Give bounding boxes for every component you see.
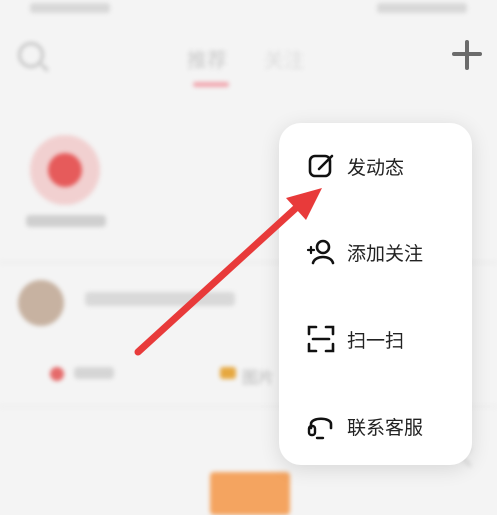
plus-vertical <box>465 40 469 70</box>
image-label: 图片 <box>242 368 275 387</box>
tab-recommend[interactable]: 推荐 <box>187 44 227 73</box>
location-bubble-icon <box>30 135 100 205</box>
search-icon[interactable] <box>18 42 44 68</box>
menu-item-label: 添加关注 <box>347 242 424 265</box>
edit-icon <box>305 150 337 182</box>
image-icon <box>220 367 236 379</box>
menu-item-label: 扫一扫 <box>347 329 405 352</box>
avatar <box>18 280 64 326</box>
add-user-icon <box>305 236 337 268</box>
menu-item-customer-service[interactable]: 联系客服 <box>279 383 472 469</box>
status-right <box>377 3 467 13</box>
menu-item-add-follow[interactable]: 添加关注 <box>279 209 472 295</box>
post-input-placeholder <box>85 292 235 306</box>
menu-item-label: 发动态 <box>347 156 405 179</box>
status-left <box>30 3 110 13</box>
bubble-label-placeholder <box>26 215 106 227</box>
status-bar <box>0 0 497 22</box>
small-label-placeholder <box>74 367 114 379</box>
plus-icon[interactable] <box>452 40 482 70</box>
menu-item-scan[interactable]: 扫一扫 <box>279 296 472 382</box>
tab-follow[interactable]: 关注 <box>264 44 304 73</box>
menu-item-label: 联系客服 <box>347 416 424 439</box>
tab-underline <box>193 82 229 87</box>
orange-tile <box>210 472 290 515</box>
popup-menu: 发动态 添加关注 扫一扫 联系客服 <box>279 123 472 465</box>
headset-icon <box>305 410 337 442</box>
scan-icon <box>305 323 337 355</box>
red-dot-icon <box>50 367 64 381</box>
menu-item-post[interactable]: 发动态 <box>279 123 472 209</box>
